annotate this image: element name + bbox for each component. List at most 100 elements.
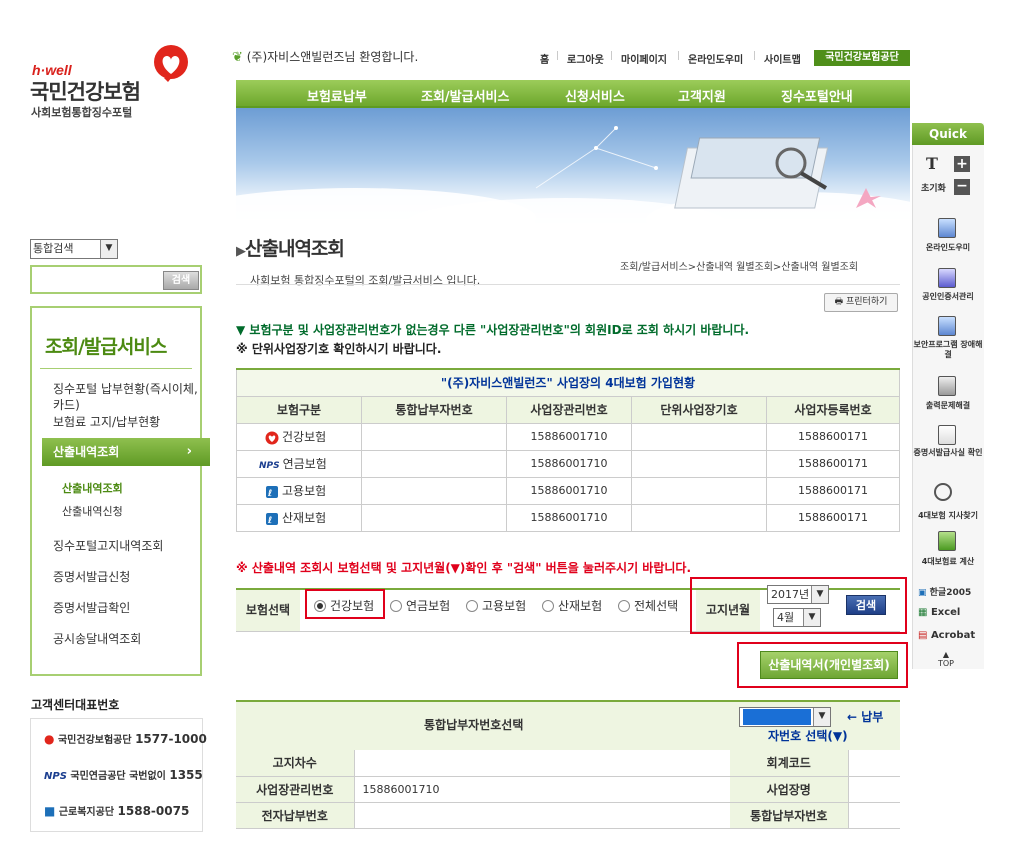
font-reset-button[interactable]: 초기화: [921, 181, 946, 194]
sidebar-item-calculation[interactable]: 산출내역조회 ›: [42, 438, 210, 466]
cc-number: 1577-1000: [135, 732, 207, 746]
value-notice-round: [353, 750, 730, 777]
calculation-statement-button[interactable]: 산출내역서(개인별조회): [760, 651, 898, 679]
top-link-logout[interactable]: 로그아웃: [567, 51, 604, 66]
search-button[interactable]: 검색: [846, 595, 886, 615]
sidebar-item-certificate-check[interactable]: 증명서발급확인: [53, 599, 130, 616]
menu-item-portal-guide[interactable]: 징수포털안내: [781, 86, 853, 105]
font-increase-button[interactable]: +: [954, 156, 970, 172]
payer-number-cell: [361, 503, 507, 532]
radio-button[interactable]: [542, 600, 554, 612]
table-row: 건강보험 15886001710 1588600171: [236, 422, 900, 451]
quick-app-excel[interactable]: ▦ Excel: [918, 607, 960, 618]
mgmt-number-cell: 15886001710: [506, 449, 632, 478]
menu-item-support[interactable]: 고객지원: [678, 86, 726, 105]
radio-button-checked[interactable]: [314, 600, 326, 612]
svg-text:ℓ: ℓ: [267, 516, 272, 526]
sidebar-search-select-value: 통합검색: [33, 242, 74, 255]
radio-health[interactable]: 건강보험: [314, 597, 374, 614]
online-help-icon[interactable]: [938, 218, 956, 238]
hwp-icon: ▣: [918, 588, 927, 598]
breadcrumb: 조회/발급서비스>산출내역 월별조회>산출내역 월별조회: [620, 262, 859, 273]
cc-comwel-line: ■ 근로복지공단 1588-0075: [44, 803, 189, 818]
chevron-down-icon: ▼: [813, 708, 830, 726]
table-row: 고지차수 회계코드: [236, 750, 900, 777]
separator: |: [677, 51, 681, 61]
year-select[interactable]: 2017년 ▼: [767, 585, 829, 604]
radio-button[interactable]: [466, 600, 478, 612]
sprout-icon: ❦: [232, 50, 243, 65]
sidebar-item-public-notice[interactable]: 공시송달내역조회: [53, 630, 141, 647]
radio-button[interactable]: [390, 600, 402, 612]
quick-cert-verify[interactable]: 증명서발급사실 확인: [912, 448, 984, 458]
insurance-name-cell: NPS 연금보험: [236, 449, 362, 478]
app-label: Excel: [930, 607, 961, 618]
scroll-top-button[interactable]: ▲ TOP: [938, 650, 954, 668]
quick-panel-title: Quick: [912, 123, 984, 145]
insurance-name-cell: ℓ 고용보험: [236, 476, 362, 505]
lock-icon[interactable]: [938, 268, 956, 288]
month-select[interactable]: 4월 ▼: [773, 608, 821, 627]
radio-employment[interactable]: 고용보험: [466, 597, 526, 614]
calculator-icon[interactable]: [938, 531, 956, 551]
radio-label: 전체선택: [634, 599, 679, 613]
app-label: 한글2005: [929, 588, 972, 598]
quick-app-hwp[interactable]: ▣ 한글2005: [918, 585, 971, 598]
printer-icon: 🖶: [834, 297, 844, 307]
page-title-text: 산출내역조회: [245, 238, 345, 260]
top-link-online-help[interactable]: 온라인도우미: [688, 51, 743, 66]
floppy-disk-icon[interactable]: [938, 316, 956, 336]
value-mgmt-number: 15886001710: [353, 776, 730, 803]
print-button[interactable]: 🖶 프린터하기: [824, 293, 898, 312]
sidebar-item-portal-payment[interactable]: 징수포털 납부현황(즉시이체,카드): [53, 381, 203, 413]
printer-icon[interactable]: [938, 376, 956, 396]
notice-mgmt-number: ▼ 보험구분 및 사업장관리번호가 없는경우 다른 "사업장관리번호"의 회원I…: [236, 323, 750, 337]
menu-item-payment[interactable]: 보험료납부: [307, 86, 367, 105]
magnifier-icon[interactable]: [934, 483, 952, 501]
table-row: 전자납부번호 통합납부자번호: [236, 802, 900, 829]
quick-fee-calculator[interactable]: 4대보험료 계산: [912, 557, 984, 567]
menu-item-application[interactable]: 신청서비스: [565, 86, 625, 105]
cc-number: 1355: [169, 768, 203, 782]
sidebar-subitem-calculation-request[interactable]: 산출내역신청: [62, 503, 123, 519]
payer-number-cell: [361, 476, 507, 505]
col-header-payer-number: 통합납부자번호: [361, 395, 507, 424]
top-link-home[interactable]: 홈: [540, 51, 549, 66]
quick-print-fix[interactable]: 출력문제해결: [912, 401, 984, 411]
sidebar-item-notice-payment[interactable]: 보험료 고지/납부현황: [53, 413, 161, 430]
sidebar-search-button[interactable]: 검색: [163, 271, 199, 290]
svg-text:ℓ: ℓ: [267, 489, 272, 499]
top-label: TOP: [938, 659, 955, 668]
quick-online-help[interactable]: 온라인도우미: [912, 243, 984, 253]
quick-cert-manage[interactable]: 공인인증서관리: [912, 292, 984, 302]
insurance-select-label: 보험선택: [236, 590, 300, 631]
payer-number-select[interactable]: ▼: [739, 707, 831, 727]
radio-select-all[interactable]: 전체선택: [618, 597, 678, 614]
logo-title[interactable]: 국민건강보험: [30, 76, 141, 106]
sidebar-item-certificate-request[interactable]: 증명서발급신청: [53, 568, 130, 585]
top-link-sitemap[interactable]: 사이트맵: [764, 51, 801, 66]
font-decrease-button[interactable]: −: [954, 179, 970, 195]
sidebar-subitem-calculation-inquiry[interactable]: 산출내역조회: [62, 480, 123, 496]
col-header-mgmt-number: 사업장관리번호: [506, 395, 632, 424]
sidebar-search-select[interactable]: 통합검색 ▼: [30, 239, 118, 259]
biz-number-cell: 1588600171: [766, 422, 900, 451]
radio-pension[interactable]: 연금보험: [390, 597, 450, 614]
top-link-mypage[interactable]: 마이페이지: [621, 51, 667, 66]
nps-icon: NPS: [259, 461, 280, 471]
menu-item-inquiry[interactable]: 조회/발급서비스: [421, 86, 509, 105]
quick-security-fix[interactable]: 보안프로그램 장애해결: [912, 340, 984, 360]
quick-app-acrobat[interactable]: ▤ Acrobat: [918, 630, 975, 641]
cc-org: 국민연금공단 국번없이: [70, 771, 166, 782]
chevron-down-icon: ▼: [811, 586, 828, 603]
radio-industrial[interactable]: 산재보험: [542, 597, 602, 614]
sidebar-item-label: 산출내역조회: [53, 445, 120, 459]
separator: |: [753, 51, 757, 61]
sidebar-item-portal-notice[interactable]: 징수포털고지내역조회: [53, 537, 163, 554]
quick-branch-finder[interactable]: 4대보험 지사찾기: [912, 511, 984, 521]
document-icon[interactable]: [938, 425, 956, 445]
insurance-name: 건강보험: [282, 430, 327, 444]
notice-period-label: 고지년월: [696, 590, 760, 631]
top-link-nhis[interactable]: 국민건강보험공단: [814, 50, 910, 66]
radio-button[interactable]: [618, 600, 630, 612]
